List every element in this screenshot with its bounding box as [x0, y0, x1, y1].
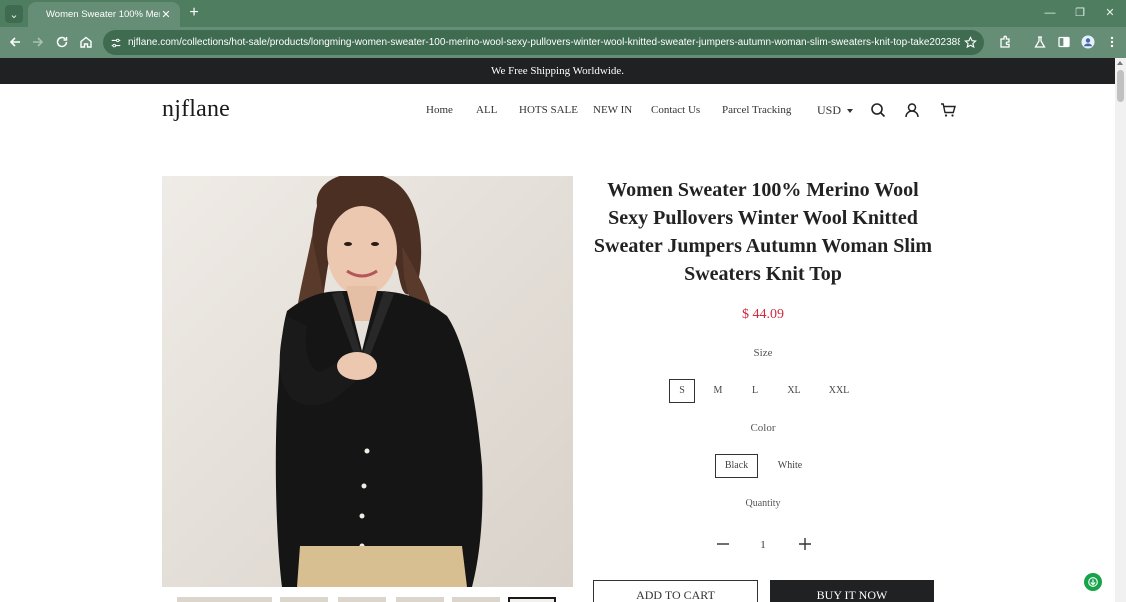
page-scrollbar[interactable]	[1115, 58, 1126, 602]
browser-toolbar: njflane.com/collections/hot-sale/product…	[0, 27, 1126, 58]
add-to-cart-button[interactable]: ADD TO CART	[593, 580, 758, 602]
thumbnail[interactable]	[224, 597, 272, 602]
back-arrow-icon[interactable]	[6, 33, 24, 51]
nav-new-in[interactable]: NEW IN	[593, 104, 632, 116]
page-viewport: We Free Shipping Worldwide. njflane Home…	[0, 58, 1115, 602]
color-label: Color	[750, 422, 776, 434]
thumbnail[interactable]	[280, 597, 328, 602]
plus-icon[interactable]	[797, 536, 813, 552]
announcement-bar: We Free Shipping Worldwide.	[0, 58, 1115, 84]
size-label: Size	[753, 347, 773, 359]
side-panel-icon[interactable]	[1055, 33, 1073, 51]
url-text[interactable]: njflane.com/collections/hot-sale/product…	[128, 30, 960, 55]
product-price: $ 44.09	[742, 307, 784, 322]
browser-tab[interactable]: Women Sweater 100% Merino ✕	[28, 2, 180, 27]
minimize-window-icon[interactable]: —	[1040, 4, 1060, 22]
size-option-l[interactable]: L	[743, 379, 767, 403]
currency-selector[interactable]: USD	[817, 103, 854, 118]
color-option-black[interactable]: Black	[715, 454, 758, 478]
buy-it-now-button[interactable]: BUY IT NOW	[770, 580, 934, 602]
bookmark-star-icon[interactable]	[963, 35, 978, 50]
store-logo[interactable]: njflane	[162, 96, 230, 123]
currency-value: USD	[817, 103, 842, 117]
thumbnail[interactable]	[338, 597, 386, 602]
nav-parcel-tracking[interactable]: Parcel Tracking	[722, 104, 791, 116]
extensions-puzzle-icon[interactable]	[996, 33, 1014, 51]
scroll-up-arrow-icon[interactable]	[1117, 61, 1123, 65]
thumbnail[interactable]	[396, 597, 444, 602]
account-user-icon[interactable]	[904, 102, 920, 118]
floating-chat-badge-icon[interactable]	[1084, 573, 1102, 591]
thumbnail[interactable]	[177, 597, 225, 602]
address-bar[interactable]: njflane.com/collections/hot-sale/product…	[103, 30, 984, 55]
profile-avatar-icon[interactable]	[1079, 33, 1097, 51]
nav-all[interactable]: ALL	[476, 104, 497, 116]
size-option-m[interactable]: M	[706, 379, 730, 403]
reload-icon[interactable]	[53, 33, 71, 51]
thumbnail-active[interactable]	[508, 597, 556, 602]
image-thumbnail-strip	[162, 597, 573, 602]
scrollbar-thumb[interactable]	[1117, 70, 1124, 102]
color-option-white[interactable]: White	[770, 454, 810, 478]
tab-search-chevron-icon[interactable]: ⌄	[5, 5, 23, 23]
site-settings-icon[interactable]	[109, 36, 123, 50]
quantity-label: Quantity	[745, 498, 781, 509]
home-icon[interactable]	[77, 33, 95, 51]
caret-down-icon	[847, 108, 854, 113]
size-option-xl[interactable]: XL	[781, 379, 807, 403]
tab-close-icon[interactable]: ✕	[160, 8, 172, 21]
product-main-image[interactable]	[162, 176, 573, 587]
product-title: Women Sweater 100% Merino Wool Sexy Pull…	[593, 179, 933, 285]
size-option-s[interactable]: S	[669, 379, 695, 403]
minus-icon[interactable]	[715, 536, 731, 552]
quantity-value[interactable]: 1	[755, 539, 771, 551]
search-icon[interactable]	[870, 102, 886, 118]
close-window-icon[interactable]: ✕	[1100, 4, 1120, 22]
new-tab-plus-icon[interactable]: +	[186, 3, 202, 23]
tab-title: Women Sweater 100% Merino	[46, 9, 160, 20]
browser-tab-strip: ⌄ Women Sweater 100% Merino ✕ + — ❐ ✕	[0, 0, 1126, 27]
restore-window-icon[interactable]: ❐	[1070, 4, 1090, 22]
browser-menu-kebab-icon[interactable]	[1103, 33, 1121, 51]
nav-hots-sale[interactable]: HOTS SALE	[519, 104, 578, 116]
forward-arrow-icon[interactable]	[29, 33, 47, 51]
cart-icon[interactable]	[940, 102, 956, 118]
thumbnail[interactable]	[452, 597, 500, 602]
lab-flask-icon[interactable]	[1031, 33, 1049, 51]
nav-contact-us[interactable]: Contact Us	[651, 104, 700, 116]
size-option-xxl[interactable]: XXL	[824, 379, 854, 403]
nav-home[interactable]: Home	[426, 104, 453, 116]
